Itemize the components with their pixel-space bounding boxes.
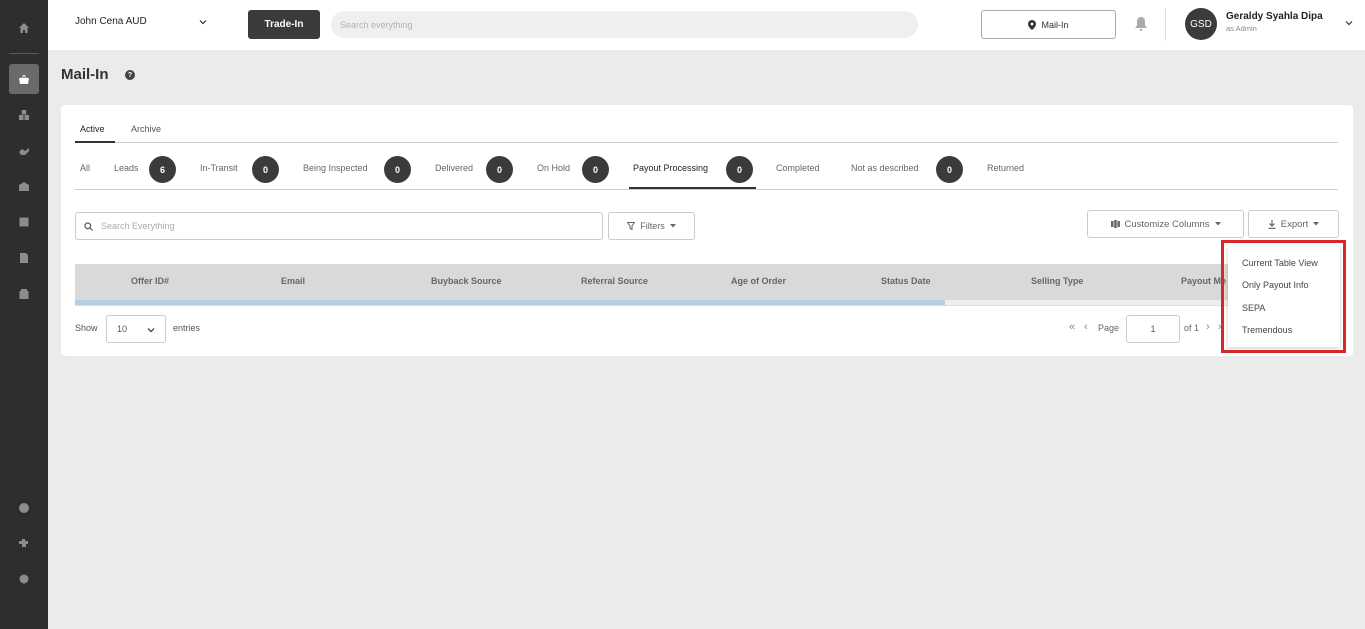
table-divider — [75, 305, 1338, 306]
tab-active-underline — [75, 141, 115, 143]
bell-icon[interactable] — [1134, 16, 1148, 32]
column-header[interactable]: Payout Me — [1181, 276, 1226, 286]
column-header[interactable]: Offer ID# — [131, 276, 169, 286]
sidebar — [0, 0, 48, 629]
count-badge: 0 — [252, 156, 279, 183]
page-title: Mail-In — [61, 66, 109, 83]
user-role: as Admin — [1226, 24, 1257, 33]
status-tab-leads[interactable]: Leads — [114, 163, 139, 173]
top-bar-divider — [1165, 8, 1166, 41]
table-header: Offer ID# Email Buyback Source Referral … — [75, 264, 1235, 300]
column-header[interactable]: Buyback Source — [431, 276, 502, 286]
avatar[interactable]: GSD — [1185, 8, 1217, 40]
column-header[interactable]: Status Date — [881, 276, 931, 286]
filter-icon — [627, 222, 636, 230]
prev-page-icon[interactable]: ‹ — [1084, 321, 1088, 333]
count-badge: 0 — [582, 156, 609, 183]
customize-columns-button[interactable]: Customize Columns — [1087, 210, 1244, 238]
page-size-select[interactable]: 10 — [106, 315, 166, 343]
store-selector[interactable]: John Cena AUD — [75, 16, 147, 27]
gear-icon[interactable] — [14, 569, 34, 589]
status-tab-being-inspected[interactable]: Being Inspected — [303, 163, 368, 173]
tab-archive[interactable]: Archive — [131, 124, 161, 134]
columns-icon — [1110, 220, 1120, 228]
caret-down-icon — [1313, 222, 1320, 226]
page-number-input[interactable]: 1 — [1126, 315, 1180, 343]
count-badge: 0 — [384, 156, 411, 183]
export-button[interactable]: Export — [1248, 210, 1339, 238]
column-header[interactable]: Selling Type — [1031, 276, 1083, 286]
tabs-divider — [75, 142, 1338, 143]
first-page-icon[interactable]: « — [1069, 321, 1075, 333]
table-search-input[interactable]: Search Everything — [75, 212, 603, 240]
boxes-icon[interactable] — [14, 105, 34, 125]
count-badge: 6 — [149, 156, 176, 183]
hand-icon[interactable] — [14, 141, 34, 161]
register-icon[interactable] — [14, 284, 34, 304]
status-tab-delivered[interactable]: Delivered — [435, 163, 473, 173]
export-label: Export — [1280, 218, 1309, 230]
chevron-down-icon[interactable] — [1345, 19, 1353, 27]
mail-in-button[interactable]: Mail-In — [981, 10, 1116, 39]
help-circle-icon[interactable] — [14, 498, 34, 518]
caret-down-icon — [669, 224, 676, 228]
search-icon — [84, 221, 93, 231]
warehouse-icon[interactable] — [14, 176, 34, 196]
location-pin-icon — [1028, 19, 1037, 30]
package-icon[interactable] — [14, 212, 34, 232]
entries-label: entries — [173, 323, 201, 333]
next-page-icon[interactable]: › — [1206, 321, 1210, 333]
highlight-annotation-box — [1221, 240, 1346, 353]
sidebar-divider — [9, 53, 39, 54]
top-bar: John Cena AUD Trade-In Search everything… — [48, 0, 1365, 50]
status-tab-active-underline — [629, 187, 756, 189]
status-tab-on-hold[interactable]: On Hold — [537, 163, 570, 173]
count-badge: 0 — [726, 156, 753, 183]
chevron-down-icon[interactable] — [199, 18, 207, 26]
home-icon[interactable] — [14, 18, 34, 38]
puzzle-icon[interactable] — [14, 533, 34, 553]
main-card: Active Archive All Leads 6 In-Transit 0 … — [61, 105, 1353, 356]
mail-in-label: Mail-In — [1041, 19, 1069, 30]
customize-columns-label: Customize Columns — [1124, 218, 1210, 230]
status-tabs-divider — [75, 189, 1338, 190]
page-total-label: of 1 — [1184, 323, 1200, 333]
document-icon[interactable] — [14, 248, 34, 268]
user-name: Geraldy Syahla Dipa — [1226, 11, 1323, 22]
chevron-down-icon — [147, 328, 155, 333]
status-tab-in-transit[interactable]: In-Transit — [200, 163, 238, 173]
column-header[interactable]: Email — [281, 276, 305, 286]
count-badge: 0 — [486, 156, 513, 183]
show-label: Show — [75, 323, 98, 333]
page-size-value: 10 — [117, 324, 128, 334]
status-tab-returned[interactable]: Returned — [987, 163, 1024, 173]
table-search-placeholder: Search Everything — [101, 221, 175, 231]
basket-icon[interactable] — [14, 69, 34, 89]
column-header[interactable]: Age of Order — [731, 276, 786, 286]
trade-in-button[interactable]: Trade-In — [248, 10, 320, 39]
status-tab-payout-processing[interactable]: Payout Processing — [633, 163, 708, 173]
status-tab-all[interactable]: All — [80, 163, 90, 173]
global-search-input[interactable]: Search everything — [331, 11, 918, 38]
page-label: Page — [1098, 323, 1120, 333]
filters-button[interactable]: Filters — [608, 212, 695, 240]
count-badge: 0 — [936, 156, 963, 183]
caret-down-icon — [1214, 222, 1221, 226]
tab-active[interactable]: Active — [80, 124, 105, 134]
help-icon[interactable]: ? — [125, 70, 135, 80]
status-tab-completed[interactable]: Completed — [776, 163, 820, 173]
column-header[interactable]: Referral Source — [581, 276, 648, 286]
filters-label: Filters — [640, 221, 665, 231]
status-tab-not-as-described[interactable]: Not as described — [851, 163, 919, 173]
download-icon — [1268, 219, 1276, 229]
